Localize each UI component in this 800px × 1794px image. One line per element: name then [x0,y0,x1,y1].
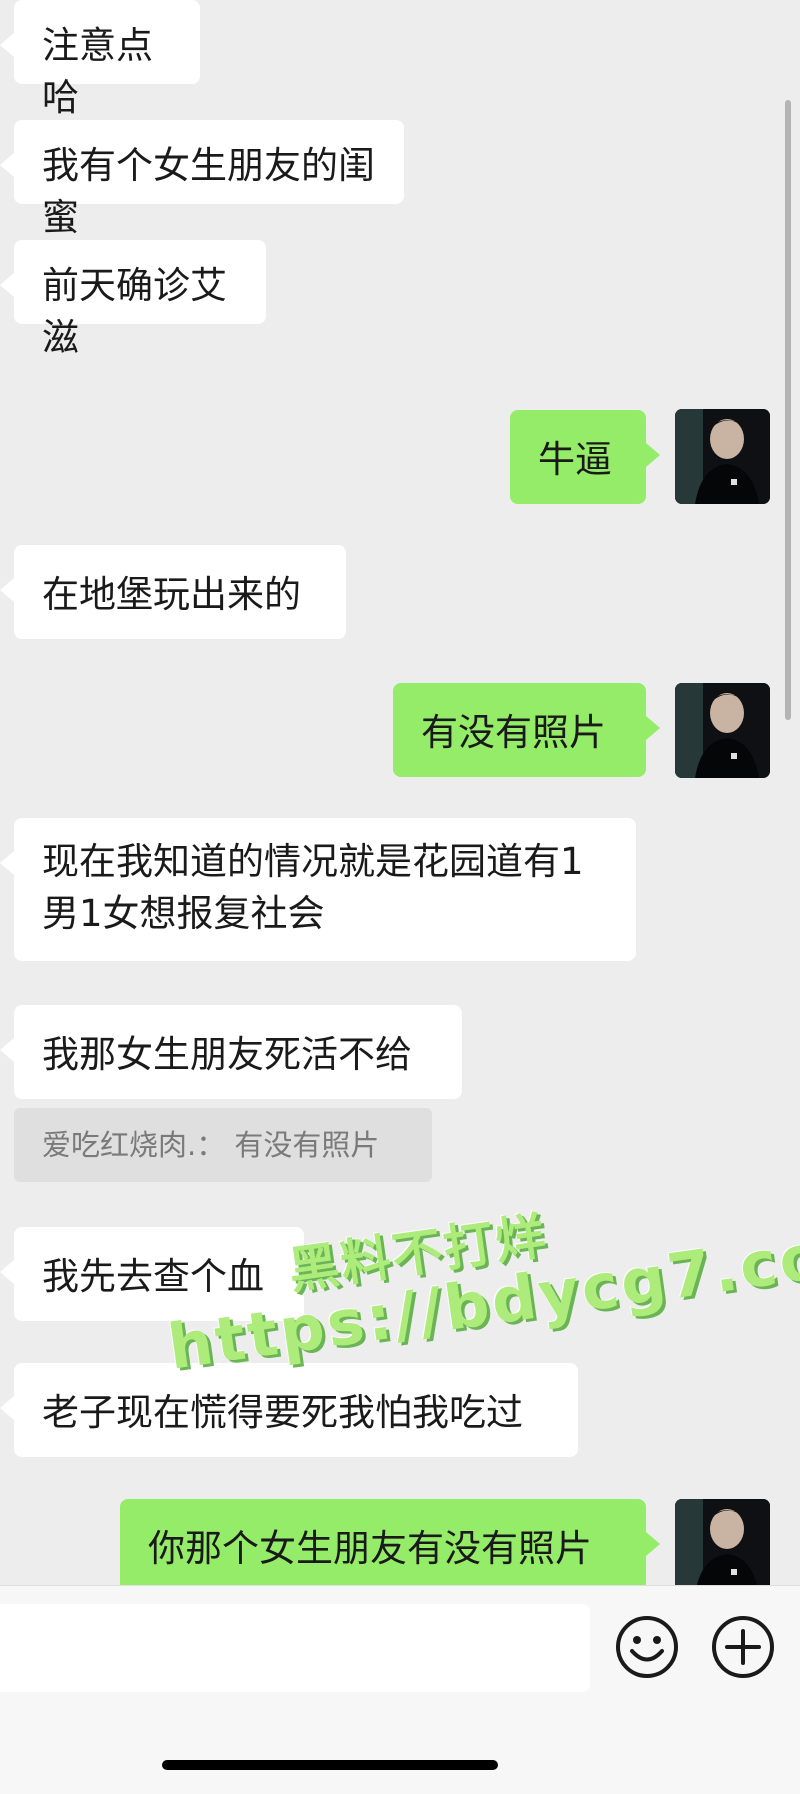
person-photo-icon [675,683,770,778]
user-avatar[interactable] [675,1499,770,1585]
person-photo-icon [675,1499,770,1585]
message-bubble-incoming[interactable]: 老子现在慌得要死我怕我吃过 [0,1363,578,1457]
plus-circle-icon[interactable] [710,1614,776,1680]
scrollbar[interactable] [785,100,791,720]
user-avatar[interactable] [675,409,770,504]
message-bubble-incoming[interactable]: 我那女生朋友死活不给 [0,1005,462,1099]
message-bubble-incoming[interactable]: 我先去查个血 [0,1227,304,1321]
smiley-icon[interactable] [614,1614,680,1680]
message-bubble-incoming[interactable]: 我有个女生朋友的闺蜜 [0,120,404,239]
message-input[interactable] [0,1604,590,1692]
message-bubble-outgoing[interactable]: 有没有照片 [393,683,660,777]
message-bubble-incoming[interactable]: 前天确诊艾滋 [0,240,266,359]
user-avatar[interactable] [675,683,770,778]
quoted-message[interactable]: 爱吃红烧肉.： 有没有照片 [14,1108,432,1182]
chat-message-list[interactable]: 注意点哈 我有个女生朋友的闺蜜 前天确诊艾滋 牛逼 在地堡玩出来的 有没有照片 … [0,0,800,1585]
person-photo-icon [675,409,770,504]
message-bubble-incoming[interactable]: 现在我知道的情况就是花园道有1 男1女想报复社会 [0,818,636,961]
message-bubble-incoming[interactable]: 在地堡玩出来的 [0,545,346,639]
message-bubble-outgoing[interactable]: 你那个女生朋友有没有照片 [120,1499,660,1585]
message-bubble-outgoing[interactable]: 牛逼 [510,410,660,504]
message-bubble-incoming[interactable]: 注意点哈 [0,0,200,119]
home-indicator[interactable] [162,1760,498,1770]
